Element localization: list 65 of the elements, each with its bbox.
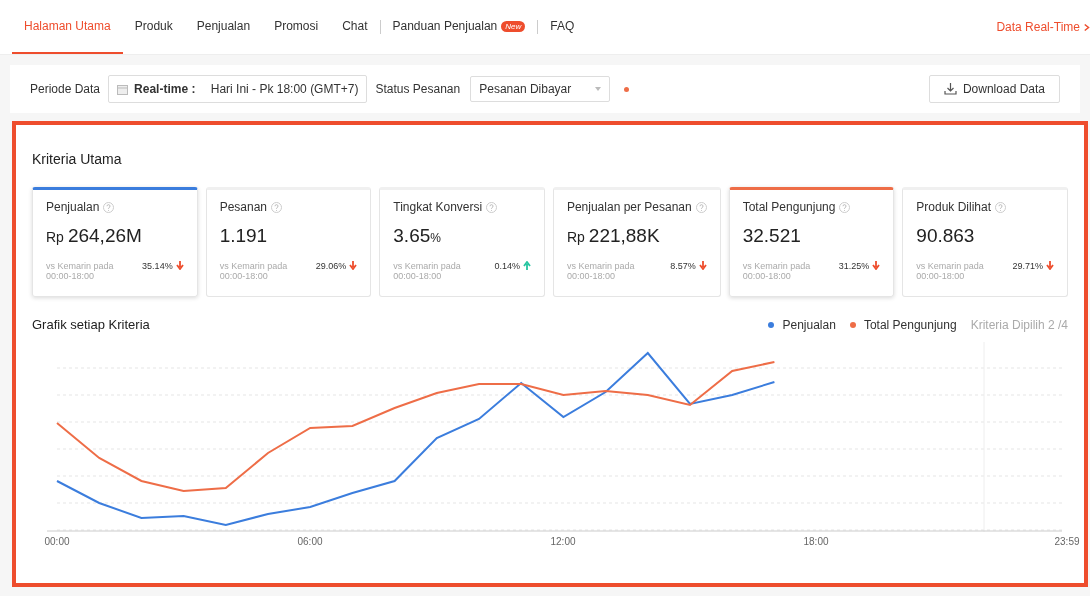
comparison-text: vs Kemarin pada 00:00-18:00 [219, 261, 289, 281]
metric-card[interactable]: Penjualan per Pesanan Rp 221,88K vs Kemarin pada 00:00-18:00 8.57% [552, 187, 721, 297]
nav-tab[interactable]: Halaman Utama [12, 0, 123, 54]
axis-label: 23:59 [1053, 536, 1081, 547]
period-picker[interactable]: Real-time : Hari Ini - Pk 18:00 (GMT+7) [108, 75, 368, 103]
axis-label: 06:00 [296, 536, 324, 547]
metric-name: Pesanan [219, 200, 267, 214]
status-dot [624, 86, 630, 92]
metric-value: 3.65% [393, 225, 442, 247]
nav-tab[interactable]: Panduan Penjualan New [380, 0, 538, 54]
comparison-text: vs Kemarin pada 00:00-18:00 [916, 261, 985, 281]
metric-value: 90.863 [916, 225, 976, 247]
legend-label: Penjualan [782, 317, 836, 332]
chart-title: Grafik setiap Kriteria [32, 317, 150, 332]
metric-name: Penjualan per Pesanan [566, 200, 692, 214]
metric-card[interactable]: Produk Dilihat 90.863 vs Kemarin pada 00:00-18:00 29.71% [902, 187, 1068, 297]
metric-name: Tingkat Konversi [393, 200, 483, 214]
realtime-link[interactable]: Data Real-Time [996, 0, 1090, 54]
status-select[interactable]: Pesanan Dibayar [470, 76, 611, 102]
help-icon [839, 201, 851, 213]
metric-card[interactable]: Penjualan Rp 264,26M vs Kemarin pada 00:00-18:00 35.14% [32, 187, 198, 297]
comparison-text: vs Kemarin pada 00:00-18:00 [46, 261, 115, 281]
axis-label: 12:00 [549, 536, 577, 547]
caret-icon [595, 87, 602, 91]
calendar-icon [117, 83, 129, 95]
help-icon [486, 201, 498, 213]
change-value: 29.71% [1012, 261, 1043, 271]
metric-card[interactable]: Total Pengunjung 32.521 vs Kemarin pada 00:00-18:00 31.25% [728, 187, 895, 297]
change-value: 8.57% [670, 261, 696, 271]
criteria-count: Kriteria Dipilih 2 /4 [970, 317, 1068, 332]
status-label: Status Pesanan [375, 82, 461, 96]
metric-value: 32.521 [742, 225, 802, 247]
change-value: 31.25% [838, 261, 870, 271]
metric-name: Produk Dilihat [916, 200, 992, 214]
help-icon [695, 201, 707, 213]
help-icon [271, 201, 282, 213]
nav-tab[interactable]: Promosi [262, 0, 331, 54]
help-icon [995, 201, 1007, 213]
metric-card[interactable]: Tingkat Konversi 3.65% vs Kemarin pada 00:00-18:00 0.14% [379, 187, 545, 297]
nav-tab[interactable]: Chat [330, 0, 380, 54]
legend-label: Total Pengunjung [863, 317, 957, 332]
comparison-text: vs Kemarin pada 00:00-18:00 [393, 261, 462, 281]
change-value: 29.06% [315, 261, 347, 271]
metric-value: Rp 221,88K [566, 225, 661, 247]
metric-value: Rp 264,26M [46, 225, 143, 247]
nav-tab[interactable]: FAQ [538, 0, 587, 54]
help-icon [103, 201, 115, 213]
metric-value: 1.191 [219, 225, 269, 247]
change-value: 0.14% [494, 261, 520, 271]
axis-label: 00:00 [43, 536, 71, 547]
metric-name: Total Pengunjung [742, 200, 836, 214]
metric-card[interactable]: Pesanan 1.191 vs Kemarin pada 00:00-18:00 29.06% [205, 187, 372, 297]
chevron-icon [1084, 22, 1090, 32]
new-badge: New [501, 20, 526, 32]
nav-tab[interactable]: Penjualan [184, 0, 263, 54]
period-label: Periode Data [30, 82, 101, 96]
nav-tab[interactable]: Produk [122, 0, 185, 54]
comparison-text: vs Kemarin pada 00:00-18:00 [742, 261, 812, 281]
comparison-text: vs Kemarin pada 00:00-18:00 [566, 261, 636, 281]
download-button[interactable]: Download Data [928, 75, 1060, 103]
download-icon [943, 83, 957, 95]
axis-label: 18:00 [802, 536, 830, 547]
change-value: 35.14% [142, 261, 173, 271]
section-title: Kriteria Utama [32, 151, 123, 167]
metric-name: Penjualan [46, 200, 100, 214]
